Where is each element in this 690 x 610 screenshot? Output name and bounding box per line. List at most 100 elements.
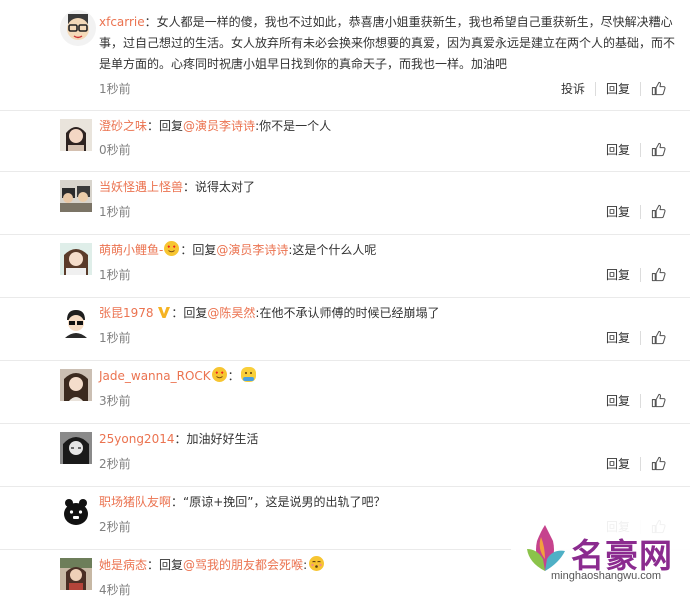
shy-emoji-icon: [309, 556, 325, 571]
divider: [640, 456, 641, 471]
comment-item: 张昆1978 ：回复@陈昊然:在他不承认师傅的时候已经崩塌了 1秒前 回复: [0, 298, 690, 361]
comment-item: 25yong2014：加油好好生活 2秒前 回复: [0, 424, 690, 487]
comment-body: 说得太对了: [195, 180, 256, 194]
divider: [640, 393, 641, 408]
hug-emoji-icon: [240, 367, 256, 382]
separator: ：: [174, 432, 187, 446]
vip-badge-icon: [158, 307, 171, 318]
timestamp: 3秒前: [99, 394, 131, 408]
divider: [640, 142, 641, 157]
username-link[interactable]: 萌萌小鲤鱼-: [99, 243, 163, 257]
avatar[interactable]: [60, 10, 96, 46]
mention-link[interactable]: @陈昊然: [207, 306, 255, 320]
comment-actions: 回复: [606, 203, 666, 220]
divider: [640, 330, 641, 345]
like-thumb-icon[interactable]: [651, 267, 666, 282]
username-link[interactable]: Jade_wanna_ROCK: [99, 369, 211, 383]
separator: ：: [144, 15, 157, 29]
separator: ：: [183, 180, 196, 194]
comment-body: :在他不承认师傅的时候已经崩塌了: [255, 306, 440, 320]
reply-prefix: 回复: [159, 119, 184, 133]
reply-button[interactable]: 回复: [606, 266, 630, 283]
like-thumb-icon[interactable]: [651, 456, 666, 471]
watermark-url: minghaoshangwu.com: [551, 570, 662, 582]
avatar[interactable]: [60, 306, 92, 338]
avatar[interactable]: [60, 495, 92, 527]
mention-link[interactable]: @演员李诗诗: [183, 119, 255, 133]
username-link[interactable]: xfcarrie: [99, 15, 145, 29]
comment-body: “原谅+挽回”，这是说男的出轨了吧？: [183, 495, 386, 509]
watermark: 名豪网 minghaoshangwu.com: [511, 515, 690, 589]
site-logo-icon: [527, 525, 565, 571]
mention-link[interactable]: @骂我的朋友都会死喉: [183, 558, 303, 572]
username-link[interactable]: 她是病态: [99, 558, 147, 572]
comment-body: 加油好好生活: [186, 432, 259, 446]
separator: ：: [147, 558, 160, 572]
comment-body: 女人都是一样的傻，我也不过如此，恭喜唐小姐重获新生，我也希望自己重获新生，尽快解…: [99, 15, 676, 71]
comment-item: Jade_wanna_ROCK ： 3秒前 回复: [0, 361, 690, 424]
timestamp: 1秒前: [99, 268, 131, 282]
reply-prefix: 回复: [192, 243, 217, 257]
comment-item: 当妖怪遇上怪兽：说得太对了 1秒前 回复: [0, 172, 690, 235]
comment-item: xfcarrie：女人都是一样的傻，我也不过如此，恭喜唐小姐重获新生，我也希望自…: [0, 0, 690, 111]
comment-text-block: Jade_wanna_ROCK ：: [99, 366, 680, 387]
divider: [640, 204, 641, 219]
avatar[interactable]: [60, 180, 92, 212]
comment-text-block: 澄砂之味：回复@演员李诗诗:你不是一个人: [99, 116, 680, 137]
separator: ：: [171, 306, 184, 320]
comment-actions: 回复: [606, 266, 666, 283]
comment-actions: 回复: [606, 329, 666, 346]
comment-body: :你不是一个人: [255, 119, 332, 133]
comment-text-block: 当妖怪遇上怪兽：说得太对了: [99, 177, 680, 198]
comment-text-block: 张昆1978 ：回复@陈昊然:在他不承认师傅的时候已经崩塌了: [99, 303, 680, 324]
reply-button[interactable]: 回复: [606, 80, 630, 97]
timestamp: 1秒前: [99, 205, 131, 219]
comment-body: :这是个什么人呢: [288, 243, 377, 257]
report-button[interactable]: 投诉: [561, 80, 585, 97]
comment-text-block: 25yong2014：加油好好生活: [99, 429, 680, 450]
timestamp: 4秒前: [99, 583, 131, 597]
like-thumb-icon[interactable]: [651, 81, 666, 96]
comment-text-block: xfcarrie：女人都是一样的傻，我也不过如此，恭喜唐小姐重获新生，我也希望自…: [99, 12, 680, 75]
like-thumb-icon[interactable]: [651, 204, 666, 219]
like-thumb-icon[interactable]: [651, 393, 666, 408]
avatar[interactable]: [60, 432, 92, 464]
mention-link[interactable]: @演员李诗诗: [216, 243, 288, 257]
reply-button[interactable]: 回复: [606, 455, 630, 472]
reply-button[interactable]: 回复: [606, 329, 630, 346]
timestamp: 2秒前: [99, 457, 131, 471]
timestamp: 2秒前: [99, 520, 131, 534]
username-link[interactable]: 职场猪队友啊: [99, 495, 171, 509]
comment-text-block: 萌萌小鲤鱼- ：回复@演员李诗诗:这是个什么人呢: [99, 240, 680, 261]
avatar[interactable]: [60, 369, 92, 401]
reply-button[interactable]: 回复: [606, 141, 630, 158]
avatar[interactable]: [60, 558, 92, 590]
reply-button[interactable]: 回复: [606, 392, 630, 409]
divider: [640, 267, 641, 282]
avatar[interactable]: [60, 243, 92, 275]
comment-actions: 回复: [606, 392, 666, 409]
reply-prefix: 回复: [183, 306, 208, 320]
avatar[interactable]: [60, 119, 92, 151]
divider: [640, 81, 641, 96]
separator: ：: [171, 495, 184, 509]
reply-button[interactable]: 回复: [606, 203, 630, 220]
like-thumb-icon[interactable]: [651, 142, 666, 157]
reply-prefix: 回复: [159, 558, 184, 572]
timestamp: 1秒前: [99, 82, 131, 96]
separator: ：: [227, 369, 240, 383]
username-link[interactable]: 澄砂之味: [99, 119, 147, 133]
comment-item: 萌萌小鲤鱼- ：回复@演员李诗诗:这是个什么人呢 1秒前 回复: [0, 235, 690, 298]
username-link[interactable]: 当妖怪遇上怪兽: [99, 180, 183, 194]
comment-actions: 回复: [606, 455, 666, 472]
divider: [594, 81, 596, 96]
comment-body: :: [303, 558, 308, 572]
username-link[interactable]: 张昆1978: [99, 306, 154, 320]
like-thumb-icon[interactable]: [651, 330, 666, 345]
username-link[interactable]: 25yong2014: [99, 432, 174, 446]
timestamp: 0秒前: [99, 143, 131, 157]
comment-actions: 回复: [606, 141, 666, 158]
comment-text-block: 职场猪队友啊：“原谅+挽回”，这是说男的出轨了吧？: [99, 492, 680, 513]
separator: ：: [147, 119, 160, 133]
comment-actions: 投诉 回复: [561, 80, 666, 97]
